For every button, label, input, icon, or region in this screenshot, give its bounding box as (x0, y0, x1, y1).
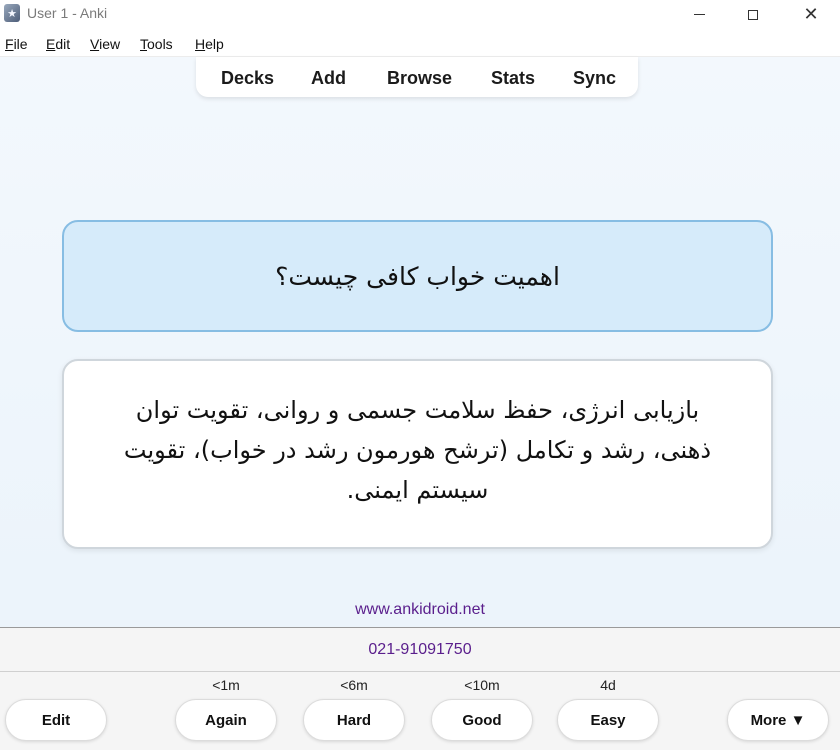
menu-view-accel: V (90, 36, 100, 52)
menu-tools-accel: T (140, 36, 147, 52)
easy-button[interactable]: Easy (557, 699, 659, 741)
menu-help-accel: H (195, 36, 206, 52)
menu-tools[interactable]: Tools (140, 36, 173, 52)
nav-stats[interactable]: Stats (491, 68, 535, 89)
close-button[interactable]: ✕ (788, 0, 834, 29)
website-strip: www.ankidroid.net (0, 592, 840, 628)
website-link[interactable]: www.ankidroid.net (355, 601, 485, 619)
answer-card: بازیابی انرژی، حفظ سلامت جسمی و روانی، ت… (62, 359, 773, 549)
menu-bar: File Edit View Tools Help (0, 29, 840, 57)
menu-tools-rest: ools (147, 36, 173, 52)
menu-edit[interactable]: Edit (46, 36, 70, 52)
again-interval: <1m (212, 677, 240, 693)
answer-bar: <1m <6m <10m 4d Edit Again Hard Good Eas… (0, 672, 840, 750)
anki-star-icon: ★ (4, 4, 20, 22)
maximize-icon (748, 9, 758, 20)
hard-button[interactable]: Hard (303, 699, 405, 741)
nav-sync[interactable]: Sync (573, 68, 616, 89)
window-title: User 1 - Anki (27, 5, 108, 21)
again-button[interactable]: Again (175, 699, 277, 741)
maximize-button[interactable] (730, 0, 776, 29)
hard-interval: <6m (340, 677, 368, 693)
question-text: اهمیت خواب کافی چیست؟ (275, 261, 560, 291)
menu-help[interactable]: Help (195, 36, 224, 52)
more-button[interactable]: More ▼ (727, 699, 829, 741)
nav-decks[interactable]: Decks (221, 68, 274, 89)
answer-text: بازیابی انرژی، حفظ سلامت جسمی و روانی، ت… (123, 396, 712, 504)
menu-edit-accel: E (46, 36, 56, 52)
title-bar: ★ User 1 - Anki ✕ (0, 0, 840, 29)
easy-interval: 4d (600, 677, 616, 693)
menu-file-accel: F (5, 36, 14, 52)
menu-view-rest: iew (99, 36, 121, 52)
good-button[interactable]: Good (431, 699, 533, 741)
menu-file-rest: ile (13, 36, 28, 52)
menu-help-rest: elp (205, 36, 224, 52)
menu-view[interactable]: View (90, 36, 120, 52)
top-toolbar: Decks Add Browse Stats Sync (196, 57, 638, 97)
phone-strip: 021-91091750 (0, 628, 840, 672)
reviewer-area: Decks Add Browse Stats Sync اهمیت خواب ک… (0, 57, 840, 592)
app-icon-glyph: ★ (7, 6, 17, 20)
close-icon: ✕ (803, 3, 819, 25)
question-card: اهمیت خواب کافی چیست؟ (62, 220, 773, 332)
edit-button[interactable]: Edit (5, 699, 107, 741)
phone-number: 021-91091750 (368, 640, 472, 658)
anki-window: ★ User 1 - Anki ✕ File Edit View Tools H… (0, 0, 840, 750)
good-interval: <10m (464, 677, 500, 693)
minimize-icon (693, 14, 705, 15)
nav-browse[interactable]: Browse (387, 68, 452, 89)
nav-add[interactable]: Add (311, 68, 346, 89)
menu-edit-rest: dit (55, 36, 71, 52)
menu-file[interactable]: File (5, 36, 28, 52)
minimize-button[interactable] (676, 0, 722, 29)
